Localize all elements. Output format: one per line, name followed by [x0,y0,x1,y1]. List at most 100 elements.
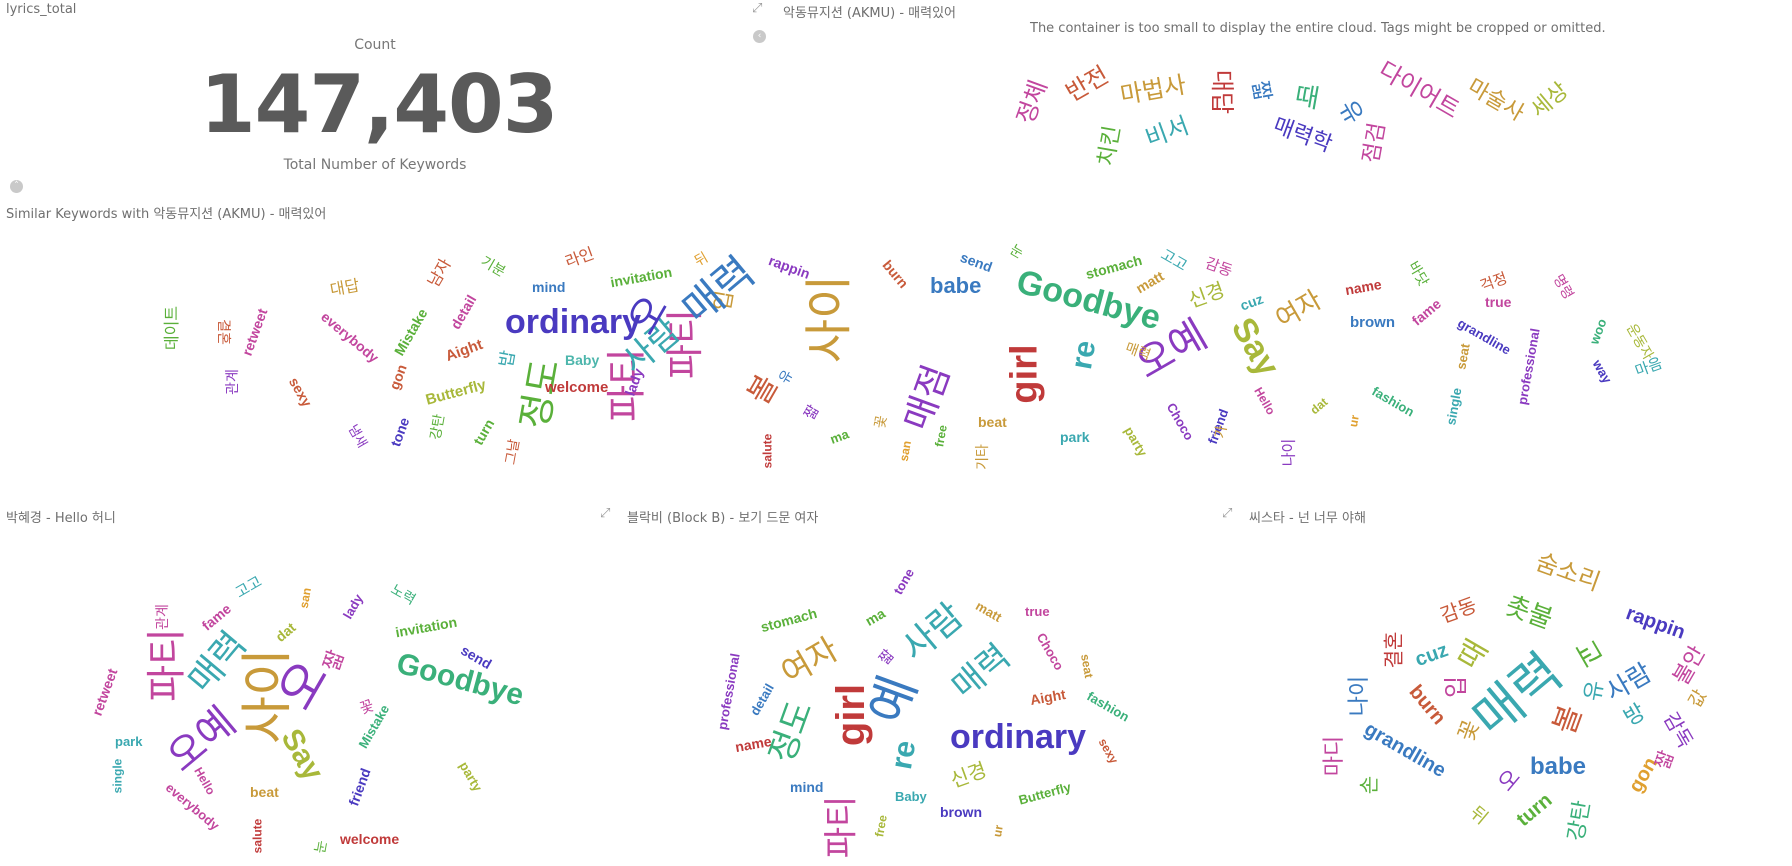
cloud-word[interactable]: 불안 [1669,642,1711,690]
cloud-word[interactable]: true [1025,605,1050,618]
cloud-word[interactable]: 반전 [1061,61,1113,107]
cloud-word[interactable]: 바닷 [1405,259,1432,289]
cloud-word[interactable]: invitation [394,614,458,641]
cloud-word[interactable]: ordinary [505,305,641,339]
cloud-word[interactable]: retweet [239,306,271,358]
cloud-word[interactable]: rappin [1623,602,1688,644]
cloud-word[interactable]: 짧 [875,646,898,668]
cloud-word[interactable]: 때 [1451,634,1495,675]
cloud-word[interactable]: 방 [1620,700,1650,732]
cloud-word[interactable]: 신경 [947,757,990,792]
cloud-word[interactable]: grandline [1361,718,1450,782]
cloud-word[interactable]: single [1443,387,1464,427]
cloud-word[interactable]: 밥 [496,349,520,369]
cloud-word[interactable]: 남자 [424,255,455,290]
cloud-word[interactable]: invitation [609,264,673,291]
cloud-word[interactable]: 감독 [1659,708,1698,752]
cloud-word[interactable]: gon [386,362,410,392]
cloud-word[interactable]: fashion [1084,688,1132,724]
cloud-word[interactable]: park [1060,430,1090,444]
cloud-word[interactable]: 결혼 [215,319,231,345]
cloud-word[interactable]: 유 [1333,95,1368,128]
cloud-word[interactable]: 마음 [1633,354,1665,380]
cloud-word[interactable]: true [1485,295,1511,309]
cloud-word[interactable]: 교 [1568,634,1609,673]
cloud-word[interactable]: name [1344,276,1383,298]
cloud-word[interactable]: sexy [286,375,315,410]
cloud-word[interactable]: re [1065,338,1102,372]
cloud-word[interactable]: 짧 [1247,79,1275,103]
cloud-word[interactable]: Say [274,723,329,786]
cloud-word[interactable]: 마법사 [1118,70,1188,109]
cloud-word[interactable]: ma [862,605,888,629]
cloud-word[interactable]: professional [715,652,743,731]
cloud-word[interactable]: 값 [1685,686,1711,711]
cloud-word[interactable]: 대답 [1208,70,1236,114]
cloud-word[interactable]: san [897,440,914,463]
cloud-word[interactable]: 숨소리 [1532,548,1604,597]
cloud-word[interactable]: seat [1078,653,1096,679]
cloud-word[interactable]: 손 [1357,776,1381,794]
cloud-word[interactable]: 정체 [1011,76,1052,127]
cloud-word[interactable]: Hello [1251,385,1278,417]
cloud-word[interactable]: 나이 [1347,676,1372,716]
cloud-word[interactable]: girl [1004,344,1046,403]
cloud-word[interactable]: 그날 [503,438,523,466]
cloud-word[interactable]: everybody [318,308,382,365]
cloud-word[interactable]: 점검 [1359,121,1391,165]
cloud-word[interactable]: babe [930,275,981,297]
cloud-word[interactable]: brown [940,805,982,819]
cloud-word[interactable]: 신경 [1185,277,1228,312]
cloud-word[interactable]: 대답 [328,276,360,300]
cloud-word[interactable]: 데이트 [162,306,181,350]
cloud-word[interactable]: 다이어트 [1374,60,1464,124]
cloud-word[interactable]: 정도 [762,696,821,768]
cloud-word[interactable]: Aight [1029,686,1067,708]
cloud-word[interactable]: 여자 [774,630,844,692]
cloud-word[interactable]: way [1590,357,1615,386]
cloud-word[interactable]: 명령 [1550,272,1577,302]
cloud-word[interactable]: 파티 [144,628,190,702]
cloud-word[interactable]: cuz [1412,639,1451,671]
cloud-word[interactable]: 짧 [800,402,822,423]
cloud-word[interactable]: turn [470,416,497,448]
cloud-word[interactable]: burn [879,257,911,291]
cloud-word[interactable]: 나이 [1279,439,1297,467]
cloud-word[interactable]: 매점 [897,360,958,436]
cloud-word[interactable]: 눈 [1007,242,1026,262]
cloud-word[interactable]: 꽃 [357,696,376,718]
cloud-word[interactable]: 세상 [1526,78,1573,123]
cloud-word[interactable]: Goodbye [393,647,527,713]
cloud-word[interactable]: seat [1453,342,1472,370]
cloud-word[interactable]: 뒤 [1466,802,1492,829]
cloud-word[interactable]: matt [1133,268,1167,297]
cloud-word[interactable]: 기분 [478,254,508,281]
cloud-word[interactable]: 감동 [1203,254,1235,280]
cloud-word[interactable]: 매력 [944,637,1018,708]
cloud-word[interactable]: ordinary [950,720,1086,754]
cloud-word[interactable]: re [885,738,922,772]
cloud-word[interactable]: stomach [759,605,819,635]
cloud-word[interactable]: 유 [1581,679,1609,703]
cloud-word[interactable]: stomach [1084,252,1144,282]
cloud-word[interactable]: 때 [1293,81,1322,115]
collapse-up-icon[interactable]: ˄ [10,180,23,193]
cloud-word[interactable]: cuz [1238,290,1265,313]
cloud-word[interactable]: Hello [191,765,218,797]
cloud-word[interactable]: sexy [1096,736,1121,766]
cloud-word[interactable]: ur [990,824,1006,838]
cloud-word[interactable]: 고고 [232,572,265,601]
cloud-word[interactable]: matt [973,598,1004,625]
cloud-word[interactable]: 마디 [1322,736,1347,776]
cloud-word[interactable]: dat [1308,395,1331,417]
cloud-word[interactable]: tone [387,415,412,448]
cloud-word[interactable]: 파티 [821,796,861,859]
cloud-word[interactable]: 촛불 [1501,591,1556,636]
cloud-word[interactable]: Butterfly [424,376,488,408]
cloud-word[interactable]: mind [790,780,823,794]
cloud-word[interactable]: retweet [89,666,121,718]
cloud-word[interactable]: 가 [1212,424,1230,439]
cloud-word[interactable]: park [115,735,142,748]
cloud-word[interactable]: single [110,759,124,794]
cloud-word[interactable]: detail [747,681,777,718]
